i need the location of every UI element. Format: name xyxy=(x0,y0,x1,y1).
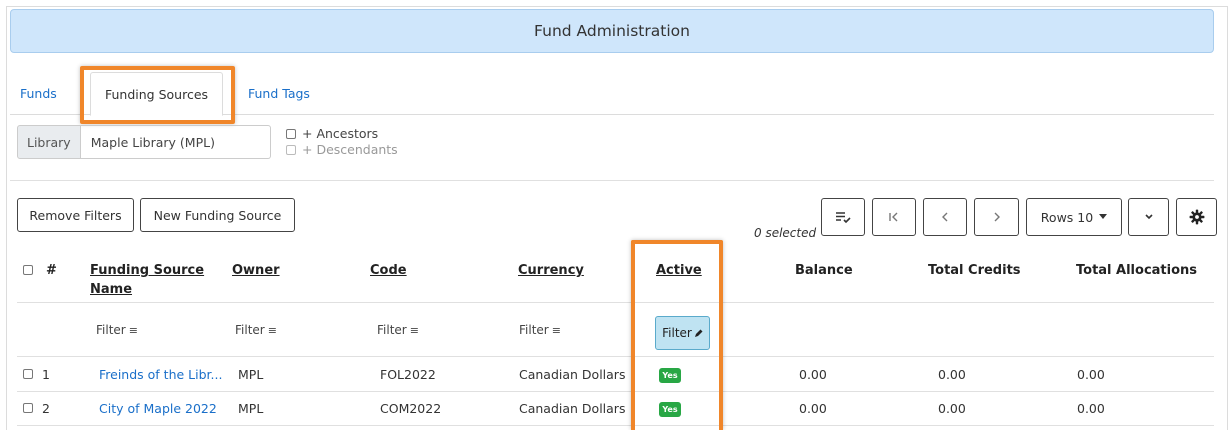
next-page-button[interactable] xyxy=(974,198,1019,236)
filter-code-label: Filter xyxy=(377,323,407,337)
page-title-bar: Fund Administration xyxy=(10,9,1214,53)
column-header-active[interactable]: Active xyxy=(656,261,702,280)
tab-funds[interactable]: Funds xyxy=(20,72,57,115)
chevron-down-icon xyxy=(1144,213,1154,221)
row-1-name-link[interactable]: Freinds of the Libr... xyxy=(99,367,222,382)
header-divider xyxy=(17,302,1214,303)
column-header-num: # xyxy=(46,263,57,278)
filter-icon: ≡ xyxy=(551,323,561,337)
library-input[interactable]: Maple Library (MPL) xyxy=(80,125,271,159)
tab-funding-sources[interactable]: Funding Sources xyxy=(90,72,224,116)
first-page-button[interactable] xyxy=(872,198,916,236)
chevron-right-icon xyxy=(992,211,1002,223)
descendants-option[interactable]: + Descendants xyxy=(286,142,398,158)
ancestors-checkbox[interactable] xyxy=(286,129,296,139)
new-funding-source-button[interactable]: New Funding Source xyxy=(140,198,295,232)
row-2-name-link[interactable]: City of Maple 2022 xyxy=(99,401,217,416)
row-2-credits: 0.00 xyxy=(938,401,966,416)
row-2-checkbox[interactable] xyxy=(23,403,33,413)
column-picker-button[interactable] xyxy=(821,198,865,236)
select-all-checkbox[interactable] xyxy=(23,265,33,275)
ancestors-label: + Ancestors xyxy=(302,126,379,141)
column-header-name-line1: Funding Source xyxy=(90,263,205,278)
row-1-active-badge: Yes xyxy=(659,368,681,383)
filter-name[interactable]: Filter ≡ xyxy=(96,323,138,337)
column-header-balance: Balance xyxy=(795,263,853,278)
filter-active-label: Filter xyxy=(662,326,692,340)
library-label: Library xyxy=(17,125,81,159)
row-1-balance: 0.00 xyxy=(799,367,827,382)
gear-icon xyxy=(1189,209,1205,225)
column-header-total-allocations: Total Allocations xyxy=(1076,263,1198,278)
filter-owner-label: Filter xyxy=(235,323,265,337)
row-2-code: COM2022 xyxy=(380,401,442,416)
selected-count: 0 selected xyxy=(754,226,817,240)
prev-page-button[interactable] xyxy=(923,198,967,236)
tab-fund-tags[interactable]: Fund Tags xyxy=(248,72,310,115)
row-1-checkbox[interactable] xyxy=(23,369,33,379)
column-header-currency[interactable]: Currency xyxy=(518,261,584,280)
tab-bar: Funds Funding Sources Fund Tags xyxy=(10,72,1214,116)
row-divider xyxy=(17,391,1214,392)
row-2-currency: Canadian Dollars xyxy=(519,401,626,416)
filter-name-label: Filter xyxy=(96,323,126,337)
caret-down-icon xyxy=(1099,214,1108,220)
filter-code[interactable]: Filter ≡ xyxy=(377,323,419,337)
row-2-allocations: 0.00 xyxy=(1077,401,1105,416)
expand-toggle-button[interactable] xyxy=(1128,198,1169,236)
rows-per-page-dropdown[interactable]: Rows 10 xyxy=(1026,198,1122,236)
filter-icon: ≡ xyxy=(128,323,138,337)
column-header-name[interactable]: Funding Source Name xyxy=(90,261,204,299)
remove-filters-button[interactable]: Remove Filters xyxy=(17,198,134,232)
filter-currency[interactable]: Filter ≡ xyxy=(519,323,561,337)
column-header-name-line2: Name xyxy=(90,282,133,297)
descendants-checkbox[interactable] xyxy=(286,145,296,155)
settings-button[interactable] xyxy=(1176,198,1217,236)
row-1-credits: 0.00 xyxy=(938,367,966,382)
row-1-allocations: 0.00 xyxy=(1077,367,1105,382)
filter-currency-label: Filter xyxy=(519,323,549,337)
row-1-num: 1 xyxy=(42,367,50,382)
filter-row-divider xyxy=(17,356,1214,357)
library-selector: Library Maple Library (MPL) xyxy=(17,125,271,159)
column-header-total-credits: Total Credits xyxy=(928,263,1021,278)
column-header-owner[interactable]: Owner xyxy=(232,261,280,280)
columns-check-icon xyxy=(835,210,851,224)
row-2-owner: MPL xyxy=(238,401,264,416)
pencil-icon xyxy=(694,329,703,338)
row-1-code: FOL2022 xyxy=(380,367,436,382)
filter-icon: ≡ xyxy=(409,323,419,337)
row-divider xyxy=(17,425,1214,426)
page-title: Fund Administration xyxy=(534,22,690,40)
row-2-num: 2 xyxy=(42,401,50,416)
section-divider xyxy=(10,180,1214,181)
chevron-left-icon xyxy=(940,211,950,223)
column-header-code[interactable]: Code xyxy=(370,261,407,280)
rows-per-page-label: Rows 10 xyxy=(1040,209,1094,225)
first-page-icon xyxy=(888,211,900,223)
ancestors-option[interactable]: + Ancestors xyxy=(286,126,398,142)
descendants-label: + Descendants xyxy=(302,142,398,157)
row-2-active-badge: Yes xyxy=(659,402,681,417)
row-2-balance: 0.00 xyxy=(799,401,827,416)
org-scope-options: + Ancestors + Descendants xyxy=(286,126,398,158)
filter-active-button[interactable]: Filter xyxy=(655,316,710,350)
row-1-owner: MPL xyxy=(238,367,264,382)
filter-icon: ≡ xyxy=(267,323,277,337)
filter-owner[interactable]: Filter ≡ xyxy=(235,323,277,337)
row-1-currency: Canadian Dollars xyxy=(519,367,626,382)
